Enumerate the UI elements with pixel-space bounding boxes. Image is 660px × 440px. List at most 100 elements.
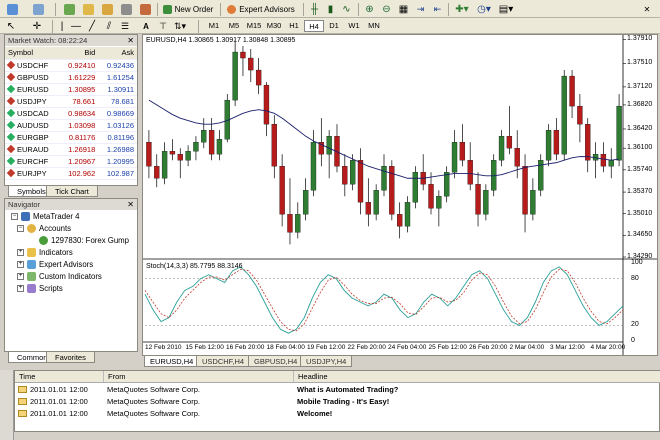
news-row[interactable]: 2011.01.01 12:00 MetaQuotes Software Corp… — [15, 384, 659, 395]
chart-shift-button[interactable]: ⇤ — [430, 2, 445, 16]
nav-scripts[interactable]: + Scripts — [17, 284, 63, 293]
market-watch-tab-1[interactable]: Tick Chart — [46, 186, 98, 197]
market-watch-close-icon[interactable]: ✕ — [127, 35, 134, 46]
candle-body — [161, 151, 168, 179]
timeframe-d1[interactable]: D1 — [324, 20, 344, 32]
line-chart-button[interactable]: ∿ — [339, 2, 354, 16]
time-tick-label: 18 Feb 04:00 — [266, 344, 305, 351]
col-bid[interactable]: Bid — [59, 47, 99, 60]
navigator-tab-1[interactable]: Favorites — [46, 352, 95, 363]
market-watch-row[interactable]: EURCHF 1.20967 1.20995 — [5, 155, 137, 168]
text-tool-button[interactable]: A — [140, 19, 152, 33]
profiles-button[interactable] — [30, 2, 46, 16]
navigator-icon — [101, 3, 113, 15]
market-watch-row[interactable]: GBPUSD 1.61229 1.61254 — [5, 71, 137, 84]
chart-tab-1[interactable]: USDCHF,H4 — [196, 356, 251, 367]
timeframe-h4[interactable]: H4 — [304, 20, 324, 32]
candlesticks-button[interactable]: ▮ — [323, 2, 338, 16]
ask-cell: 1.61254 — [98, 71, 137, 84]
market-watch-table: Symbol Bid Ask USDCHF 0.92410 0.92436 GBPUS… — [5, 47, 137, 180]
market-watch-row[interactable]: EURUSD 1.30895 1.30911 — [5, 83, 137, 96]
time-tick-label: 3 Mar 12:00 — [550, 344, 585, 351]
navigator-button[interactable] — [99, 2, 115, 16]
nav-custom-indicators[interactable]: + Custom Indicators — [17, 272, 102, 281]
label-tool-button[interactable]: ⊤ — [156, 19, 170, 33]
templates-button[interactable]: ▤▾ — [496, 2, 516, 16]
new-order-button[interactable]: New Order — [160, 2, 216, 16]
symbol-diamond-icon — [6, 132, 16, 142]
chart-tab-3[interactable]: USDJPY,H4 — [300, 356, 353, 367]
nav-expert-advisors[interactable]: + Expert Advisors — [17, 260, 93, 269]
timeframe-mn[interactable]: MN — [364, 20, 384, 32]
horizontal-line-button[interactable]: — — [70, 19, 82, 33]
symbol-cell: USDCAD — [5, 107, 60, 120]
market-watch-row[interactable]: USDCAD 0.98634 0.98669 — [5, 107, 137, 120]
price-chart[interactable] — [143, 35, 657, 355]
navigator-close-icon[interactable]: ✕ — [127, 199, 134, 210]
nav-indicators[interactable]: + Indicators — [17, 248, 73, 257]
cursor-tool-button[interactable]: ↖ — [4, 19, 18, 33]
candle-body — [412, 172, 419, 203]
chart-tab-0[interactable]: EURUSD,H4 — [144, 356, 200, 367]
market-watch-row[interactable]: EURAUD 1.26918 1.26988 — [5, 143, 137, 156]
chart-tab-2[interactable]: GBPUSD,H4 — [248, 356, 304, 367]
plus-icon[interactable]: + — [17, 273, 24, 280]
bid-cell: 102.962 — [59, 167, 99, 180]
market-watch-row[interactable]: USDJPY 78.661 78.681 — [5, 95, 137, 108]
arrows-tool-button[interactable]: ⇅▾ — [172, 19, 188, 33]
zoom-in-button[interactable]: ⊕ — [362, 2, 377, 16]
news-row[interactable]: 2011.01.01 12:00 MetaQuotes Software Corp… — [15, 408, 659, 419]
accounts-icon — [27, 224, 36, 233]
plus-icon[interactable]: + — [17, 249, 24, 256]
market-watch-row[interactable]: AUDUSD 1.03098 1.03126 — [5, 119, 137, 132]
timeframe-m30[interactable]: M30 — [264, 20, 284, 32]
market-watch-panel: Market Watch: 08:22:24 ✕ Symbol Bid Ask … — [4, 34, 138, 186]
col-headline[interactable]: Headline — [293, 371, 660, 383]
timeframe-h1[interactable]: H1 — [284, 20, 304, 32]
auto-scroll-button[interactable]: ⇥ — [413, 2, 428, 16]
symbol-cell: USDCHF — [5, 59, 60, 72]
nav-root[interactable]: − MetaTrader 4 — [11, 212, 80, 221]
minus-icon[interactable]: − — [11, 213, 18, 220]
tile-windows-button[interactable]: ▦ — [396, 2, 411, 16]
tile-icon: ▦ — [398, 3, 409, 15]
fibonacci-button[interactable]: ☰ — [118, 19, 132, 33]
timeframe-m5[interactable]: M5 — [224, 20, 244, 32]
channel-button[interactable]: ⫽ — [102, 19, 116, 33]
tester-button[interactable] — [137, 2, 153, 16]
periods-button[interactable]: ◷▾ — [474, 2, 494, 16]
timeframe-m1[interactable]: M1 — [204, 20, 224, 32]
timeframe-m15[interactable]: M15 — [244, 20, 264, 32]
col-symbol[interactable]: Symbol — [5, 47, 60, 60]
trendline-button[interactable]: ╱ — [86, 19, 98, 33]
minus-icon[interactable]: − — [17, 225, 24, 232]
timeframe-w1[interactable]: W1 — [344, 20, 364, 32]
nav-custom-indicators-label: Custom Indicators — [39, 272, 102, 281]
plus-icon[interactable]: + — [17, 285, 24, 292]
bid-cell: 0.92410 — [59, 59, 99, 72]
symbol-name: AUDUSD — [17, 120, 49, 130]
bar-chart-button[interactable]: ╫ — [307, 2, 322, 16]
data-window-button[interactable] — [80, 2, 96, 16]
market-watch-button[interactable] — [61, 2, 77, 16]
new-chart-button[interactable] — [4, 2, 20, 16]
zoom-out-button[interactable]: ⊖ — [379, 2, 394, 16]
nav-accounts[interactable]: − Accounts — [17, 224, 71, 233]
col-ask[interactable]: Ask — [98, 47, 137, 60]
market-watch-row[interactable]: USDCHF 0.92410 0.92436 — [5, 59, 137, 72]
col-time[interactable]: Time — [15, 371, 103, 383]
terminal-button[interactable] — [118, 2, 134, 16]
market-watch-row[interactable]: EURJPY 102.962 102.987 — [5, 167, 137, 180]
chart-window[interactable]: EURUSD,H4 1.30865 1.30917 1.30848 1.3089… — [142, 34, 658, 356]
col-from[interactable]: From — [103, 371, 293, 383]
news-row[interactable]: 2011.01.01 12:00 MetaQuotes Software Corp… — [15, 396, 659, 407]
plus-icon[interactable]: + — [17, 261, 24, 268]
vertical-line-button[interactable]: | — [56, 19, 68, 33]
expert-advisors-button[interactable]: Expert Advisors — [224, 2, 298, 16]
nav-account-item[interactable]: 1297830: Forex Gump — [39, 236, 129, 245]
indicators-button[interactable]: ✚▾ — [452, 2, 472, 16]
price-tick-label: 1.35740 — [627, 165, 653, 173]
market-watch-row[interactable]: EURGBP 0.81176 0.81196 — [5, 131, 137, 144]
crosshair-tool-button[interactable]: ✛ — [30, 19, 44, 33]
window-close-button[interactable]: ✕ — [640, 2, 654, 16]
